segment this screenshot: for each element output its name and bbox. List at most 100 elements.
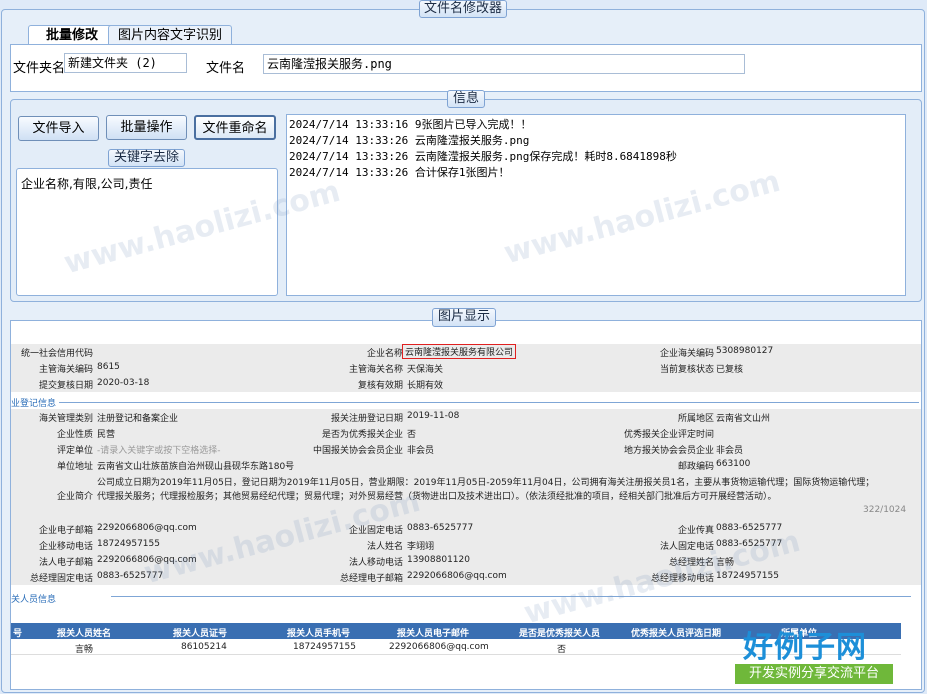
doc-value: 言畅 — [716, 558, 735, 568]
doc-value: 18724957155 — [97, 539, 160, 549]
doc-key: 企业传真 — [677, 526, 714, 536]
column-header: 是否是优秀报关人员 — [519, 629, 601, 639]
doc-value: 天保海关 — [407, 365, 444, 375]
doc-value: 0883-6525777 — [407, 523, 474, 533]
doc-key: 法人姓名 — [366, 542, 403, 552]
logo-title: 好例子网 — [743, 630, 867, 665]
keyword-text: 企业名称,有限,公司,责任 — [21, 177, 153, 191]
doc-row: 法人电子邮箱 2292066806@qq.com 法人移动电话 13908801… — [11, 553, 921, 569]
doc-value: 8615 — [97, 362, 120, 372]
doc-key: 总经理移动电话 — [650, 574, 714, 584]
folder-input[interactable]: 新建文件夹 (2) — [64, 53, 187, 73]
section-divider — [111, 596, 911, 597]
doc-value: 0883-6525777 — [716, 539, 783, 549]
doc-value: 注册登记和备案企业 — [97, 414, 179, 424]
doc-row: 海关管理类别 注册登记和备案企业 报关注册登记日期 2019-11-08 所属地… — [11, 409, 921, 425]
doc-key: 法人移动电话 — [348, 558, 403, 568]
doc-value: 5308980127 — [716, 346, 774, 356]
doc-row: 主管海关编码 8615 主管海关名称 天保海关 当前复核状态 已复核 — [11, 360, 921, 376]
filename-input[interactable]: 云南隆滢报关服务.png — [263, 54, 745, 74]
doc-key: 企业名称 — [366, 349, 403, 359]
doc-value: 2020-03-18 — [97, 378, 150, 388]
batch-operation-button[interactable]: 批量操作 — [106, 115, 187, 140]
log-line: 2024/7/14 13:33:26 云南隆滢报关服务.png — [289, 134, 530, 147]
doc-row: 统一社会信用代码 企业名称 云南隆滢报关服务有限公司 企业海关编码 530898… — [11, 344, 921, 360]
window-title: 文件名修改器 — [419, 0, 507, 18]
doc-value: 公司成立日期为2019年11月05日，登记日期为2019年11月05日，营业期限… — [97, 478, 875, 488]
image-display-title: 图片显示 — [432, 308, 496, 327]
doc-value: 云南省文山壮族苗族自治州砚山县砚华东路180号 — [97, 462, 295, 472]
doc-key: 复核有效期 — [357, 381, 403, 391]
doc-key: 总经理固定电话 — [29, 574, 93, 584]
table-cell: 2292066806@qq.com — [389, 642, 489, 652]
keyword-textarea[interactable]: 企业名称,有限,公司,责任 — [16, 168, 278, 296]
folder-label: 文件夹名 — [13, 61, 66, 76]
table-cell: 言畅 — [75, 645, 94, 655]
doc-row: 企业电子邮箱 2292066806@qq.com 企业固定电话 0883-652… — [11, 521, 921, 537]
doc-key: 所属地区 — [677, 414, 714, 424]
doc-value: 2292066806@qq.com — [97, 523, 197, 533]
doc-value: 云南省文山州 — [716, 414, 771, 424]
section-divider — [59, 402, 919, 403]
doc-row: 单位地址 云南省文山壮族苗族自治州砚山县砚华东路180号 邮政编码 663100 — [11, 457, 921, 473]
doc-value: 18724957155 — [716, 571, 779, 581]
doc-value: 已复核 — [716, 365, 744, 375]
file-rename-button[interactable]: 文件重命名 — [194, 115, 276, 140]
doc-value: 否 — [407, 430, 417, 440]
column-header: 号 — [13, 629, 23, 639]
keyword-removal-title: 关键字去除 — [108, 149, 185, 167]
filename-label: 文件名 — [206, 61, 246, 76]
doc-value: 李翊翊 — [407, 542, 435, 552]
doc-key: 法人电子邮箱 — [38, 558, 93, 568]
doc-key: 统一社会信用代码 — [20, 349, 93, 359]
doc-value: 13908801120 — [407, 555, 470, 565]
doc-key: 地方报关协会会员企业 — [623, 446, 714, 456]
doc-row: 企业移动电话 18724957155 法人姓名 李翊翊 法人固定电话 0883-… — [11, 537, 921, 553]
doc-row: 企业简介 公司成立日期为2019年11月05日，登记日期为2019年11月05日… — [11, 473, 921, 521]
table-cell: 18724957155 — [293, 642, 356, 652]
doc-value: 2292066806@qq.com — [97, 555, 197, 565]
column-header: 优秀报关人员评选日期 — [631, 629, 722, 639]
doc-key: 是否为优秀报关企业 — [321, 430, 403, 440]
doc-row: 评定单位 -请录入关键字或按下空格选择- 中国报关协会会员企业 非会员 地方报关… — [11, 441, 921, 457]
log-line: 2024/7/14 13:33:16 9张图片已导入完成！！ — [289, 118, 532, 131]
doc-value: 非会员 — [407, 446, 435, 456]
info-title: 信息 — [447, 90, 485, 108]
doc-key: 主管海关编码 — [38, 365, 93, 375]
doc-value: 2019-11-08 — [407, 411, 460, 421]
doc-key: 企业固定电话 — [348, 526, 403, 536]
log-output[interactable]: 2024/7/14 13:33:16 9张图片已导入完成！！ 2024/7/14… — [286, 114, 906, 296]
doc-key: 评定单位 — [56, 446, 93, 456]
section-heading: 关人员信息 — [11, 595, 57, 605]
doc-key: 报关注册登记日期 — [330, 414, 403, 424]
doc-key: 提交复核日期 — [38, 381, 93, 391]
column-header: 报关人员手机号 — [287, 629, 351, 639]
doc-key: 企业简介 — [56, 492, 93, 502]
doc-key: 企业移动电话 — [38, 542, 93, 552]
file-import-button[interactable]: 文件导入 — [18, 116, 99, 141]
doc-key: 企业性质 — [56, 430, 93, 440]
tab-image-text-recognition[interactable]: 图片内容文字识别 — [108, 25, 232, 45]
table-cell: 86105214 — [181, 642, 227, 652]
doc-key: 法人固定电话 — [659, 542, 714, 552]
doc-key: 当前复核状态 — [659, 365, 714, 375]
doc-value: 2292066806@qq.com — [407, 571, 507, 581]
doc-key: 总经理姓名 — [668, 558, 714, 568]
log-line: 2024/7/14 13:33:26 云南隆滢报关服务.png保存完成！耗时8.… — [289, 150, 677, 163]
logo-slogan: 开发实例分享交流平台 — [735, 664, 893, 684]
doc-value: 代理报关服务；代理报检服务；其他贸易经纪代理；贸易代理；对外贸易经营（货物进出口… — [97, 492, 777, 502]
company-name-value: 云南隆滢报关服务有限公司 — [401, 344, 517, 359]
doc-key: 中国报关协会会员企业 — [312, 446, 403, 456]
doc-key: 邮政编码 — [677, 462, 714, 472]
doc-key: 单位地址 — [56, 462, 93, 472]
log-line: 2024/7/14 13:33:26 合计保存1张图片！ — [289, 166, 510, 179]
doc-value: 长期有效 — [407, 381, 444, 391]
doc-key: 企业电子邮箱 — [38, 526, 93, 536]
site-logo: 好例子网 开发实例分享交流平台 — [735, 622, 895, 688]
doc-value: -请录入关键字或按下空格选择- — [97, 446, 221, 456]
doc-value: 0883-6525777 — [97, 571, 164, 581]
doc-key: 海关管理类别 — [38, 414, 93, 424]
doc-key: 总经理电子邮箱 — [339, 574, 403, 584]
tab-batch-modify[interactable]: 批量修改 — [28, 25, 116, 46]
doc-value: 民营 — [97, 430, 116, 440]
